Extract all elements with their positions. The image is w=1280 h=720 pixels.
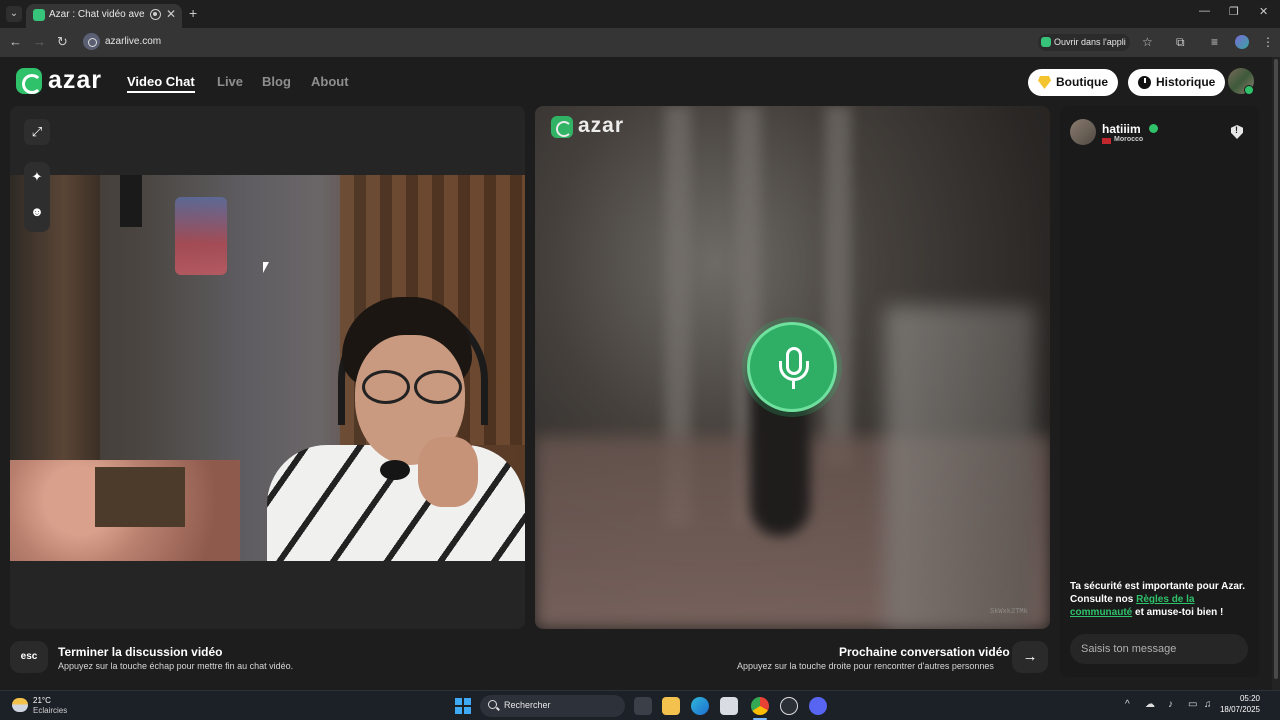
window-close-icon[interactable]: ✕: [1259, 5, 1268, 18]
video-watermark: SkWxk2TMk: [990, 608, 1028, 616]
forward-icon[interactable]: →: [33, 34, 46, 49]
safety-notice: Ta sécurité est importante pour Azar. Co…: [1070, 581, 1246, 618]
partner-panel-logo: azar: [578, 114, 625, 137]
site-info-icon[interactable]: [83, 33, 100, 50]
file-explorer-icon[interactable]: [662, 697, 680, 715]
effects-sparkle-icon[interactable]: ✦: [24, 169, 50, 185]
address-bar: ← → ↻ azarlive.com Ouvrir dans l'appli ☆…: [0, 28, 1280, 57]
face-filter-icon[interactable]: ☻: [24, 204, 50, 219]
chat-panel: hatiiim Morocco Ta sécurité est importan…: [1060, 106, 1259, 677]
gem-icon: [1038, 76, 1051, 89]
azar-favicon-icon: [33, 9, 45, 21]
history-clock-icon: [1138, 76, 1151, 89]
tab-close-icon[interactable]: ✕: [166, 7, 176, 21]
self-camera-feed: [10, 175, 525, 561]
azar-logo-text[interactable]: azar: [48, 66, 102, 95]
verified-badge-icon: [1149, 124, 1158, 133]
edge-icon[interactable]: [691, 697, 709, 715]
weather-temperature[interactable]: 21°C: [33, 696, 51, 705]
start-windows-icon[interactable]: [455, 698, 471, 714]
end-chat-subtitle: Appuyez sur la touche échap pour mettre …: [58, 661, 294, 671]
tray-overflow-icon[interactable]: ^: [1125, 699, 1130, 710]
tray-network-icon[interactable]: ▭: [1188, 699, 1197, 710]
expand-icon[interactable]: ⤢: [24, 119, 50, 145]
star-icon[interactable]: ☆: [1142, 35, 1153, 49]
azar-logo-icon[interactable]: [16, 68, 42, 94]
cast-icon[interactable]: ≡: [1211, 35, 1218, 49]
next-chat-subtitle: Appuyez sur la touche droite pour rencon…: [737, 661, 994, 671]
store-icon[interactable]: [720, 697, 738, 715]
steam-icon[interactable]: [780, 697, 798, 715]
discord-icon[interactable]: [809, 697, 827, 715]
peer-country: Morocco: [1114, 136, 1144, 143]
tab-search-chevron-icon[interactable]: ⌄: [6, 6, 22, 22]
tab-title: Azar : Chat vidéo avec de n: [49, 9, 145, 20]
new-tab-button[interactable]: +: [189, 5, 197, 21]
nav-live[interactable]: Live: [217, 74, 243, 89]
open-in-app-button[interactable]: Ouvrir dans l'appli: [1038, 34, 1130, 51]
url-text[interactable]: azarlive.com: [105, 36, 161, 47]
message-input[interactable]: [1070, 634, 1248, 664]
microphone-button[interactable]: [747, 322, 837, 412]
self-video-panel: ⤢ ✦ ☻: [10, 106, 525, 629]
browser-tab[interactable]: Azar : Chat vidéo avec de n ✕: [26, 4, 182, 28]
nav-video-chat[interactable]: Video Chat: [127, 74, 195, 93]
partner-video-panel: azar SkWxk2TMk: [535, 106, 1050, 629]
scrollbar-thumb[interactable]: [1274, 59, 1278, 679]
taskbar-search-label: Rechercher: [504, 700, 551, 710]
weather-icon[interactable]: [12, 698, 28, 712]
peer-name[interactable]: hatiiim: [1102, 122, 1141, 136]
reload-icon[interactable]: ↻: [57, 34, 68, 50]
menu-icon[interactable]: ⋮: [1262, 35, 1274, 49]
camera-tools-group: ✦ ☻: [24, 162, 50, 232]
tray-cloud-icon[interactable]: ☁: [1145, 699, 1155, 710]
report-shield-icon[interactable]: [1231, 125, 1243, 139]
azar-logo-icon: [551, 116, 573, 138]
task-view-icon[interactable]: [634, 697, 652, 715]
chrome-icon[interactable]: [751, 697, 769, 715]
extensions-icon[interactable]: ⧉: [1176, 35, 1185, 50]
end-chat-title: Terminer la discussion vidéo: [58, 645, 223, 659]
next-conversation-button[interactable]: →: [1012, 641, 1048, 673]
weather-description[interactable]: Eclaircies: [33, 706, 67, 715]
wall-poster: [175, 197, 227, 275]
tray-mic-icon[interactable]: ♪: [1168, 699, 1173, 710]
nav-blog[interactable]: Blog: [262, 74, 291, 89]
flag-icon: [1102, 138, 1111, 144]
boutique-button[interactable]: Boutique: [1028, 69, 1118, 96]
search-icon: [488, 700, 497, 709]
windows-taskbar: 21°C Eclaircies Rechercher ^ ☁ ♪ ▭ ♫ 05:…: [0, 690, 1280, 720]
esc-key-button[interactable]: esc: [10, 641, 48, 673]
browser-tab-strip: ⌄ Azar : Chat vidéo avec de n ✕ + — ❐ ✕: [0, 0, 1280, 28]
browser-profile-avatar[interactable]: [1235, 35, 1249, 49]
historique-button[interactable]: Historique: [1128, 69, 1226, 96]
boutique-label: Boutique: [1056, 75, 1108, 89]
taskbar-search[interactable]: Rechercher: [480, 695, 625, 717]
avatar-status-badge: [1244, 85, 1254, 95]
next-chat-title: Prochaine conversation vidéo: [839, 645, 1010, 659]
nav-about[interactable]: About: [311, 74, 349, 89]
maximize-icon[interactable]: ❐: [1229, 5, 1239, 18]
back-icon[interactable]: ←: [9, 34, 22, 49]
recording-indicator-icon: [150, 9, 161, 20]
minimize-icon[interactable]: —: [1199, 5, 1210, 17]
clock-date[interactable]: 18/07/2025: [1200, 705, 1260, 714]
peer-avatar[interactable]: [1070, 119, 1096, 145]
clock-time[interactable]: 05:20: [1230, 694, 1260, 703]
mouse-cursor: [263, 262, 269, 273]
historique-label: Historique: [1156, 75, 1216, 89]
azar-app: azar Video Chat Live Blog About Boutique…: [0, 57, 1280, 690]
